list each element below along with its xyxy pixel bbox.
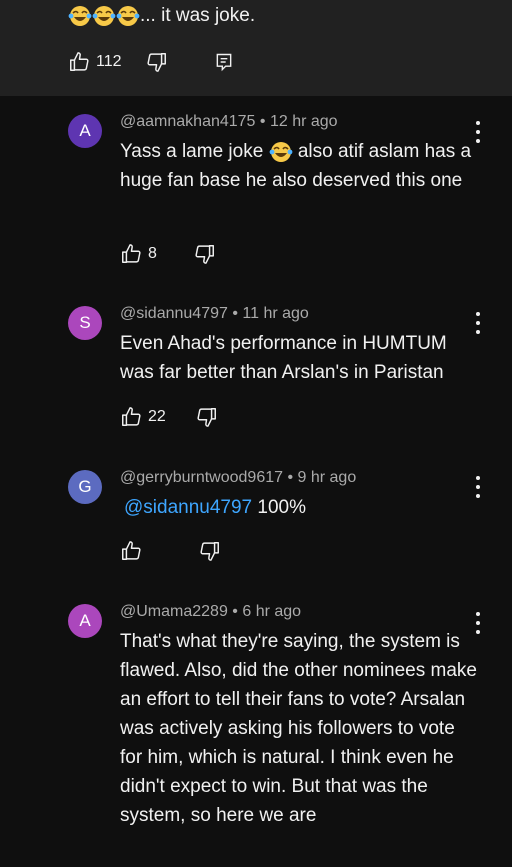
dislike-button[interactable] [146, 51, 168, 73]
comment-text-part: Yass a lame joke [120, 141, 264, 162]
parent-comment-text-body: ... it was joke. [140, 5, 256, 26]
comment-text: @sidannu4797 100% [120, 493, 480, 522]
comment-meta: @Umama2289 • 6 hr ago [120, 602, 480, 622]
thumbs-down-icon [196, 406, 218, 428]
like-button[interactable]: 112 [68, 51, 122, 73]
avatar[interactable]: G [68, 470, 102, 504]
comment-actions: 22 [120, 405, 218, 429]
comment-time: 6 hr ago [242, 603, 302, 620]
thumbs-down-icon [146, 51, 168, 73]
comment-time: 9 hr ago [297, 469, 357, 486]
meta-separator: • [255, 113, 270, 130]
comment-text-part: 100% [257, 497, 307, 518]
joy-emoji-icon [92, 5, 116, 27]
parent-comment: ... it was joke. 112 [0, 0, 512, 96]
comment-meta: @gerryburntwood9617 • 9 hr ago [120, 468, 480, 488]
joy-emoji-icon [116, 5, 140, 27]
comment-text: That's what they're saying, the system i… [120, 631, 477, 826]
dislike-button[interactable] [196, 406, 218, 428]
more-options-icon[interactable] [470, 312, 486, 334]
dislike-button[interactable] [199, 540, 221, 562]
avatar[interactable]: A [68, 114, 102, 148]
thumbs-down-icon [199, 540, 221, 562]
like-count: 112 [96, 53, 122, 70]
joy-emoji-icon [269, 141, 293, 163]
comment-text: Even Ahad's performance in HUMTUM was fa… [120, 333, 447, 383]
meta-separator: • [227, 603, 243, 620]
parent-comment-text: ... it was joke. [68, 4, 255, 28]
comment-author[interactable]: @sidannu4797 [120, 305, 228, 322]
meta-separator: • [283, 469, 298, 486]
comment-actions [120, 539, 221, 563]
comment-body: @gerryburntwood9617 • 9 hr ago @sidannu4… [120, 468, 480, 522]
comment-author[interactable]: @Umama2289 [120, 603, 228, 620]
like-count: 22 [148, 408, 166, 425]
comment-meta: @aamnakhan4175 • 12 hr ago [120, 112, 480, 132]
comment-time: 11 hr ago [242, 305, 309, 322]
comment-body: @aamnakhan4175 • 12 hr ago Yass a lame j… [120, 112, 480, 195]
parent-comment-actions: 112 [68, 50, 234, 74]
more-options-icon[interactable] [470, 612, 486, 634]
comment-body: @Umama2289 • 6 hr ago That's what they'r… [120, 602, 480, 830]
comment-meta: @sidannu4797 • 11 hr ago [120, 304, 480, 324]
avatar[interactable]: A [68, 604, 102, 638]
meta-separator: • [227, 305, 243, 322]
like-count: 8 [148, 245, 157, 262]
more-options-icon[interactable] [470, 476, 486, 498]
more-options-icon[interactable] [470, 121, 486, 143]
thumbs-up-icon [120, 406, 142, 428]
comment-time: 12 hr ago [269, 113, 338, 130]
thumbs-up-icon [120, 540, 142, 562]
avatar[interactable]: S [68, 306, 102, 340]
thumbs-up-icon [120, 243, 142, 265]
thumbs-up-icon [68, 51, 90, 73]
like-button[interactable] [120, 540, 142, 562]
mention-link[interactable]: @sidannu4797 [124, 497, 252, 518]
like-button[interactable]: 8 [120, 243, 157, 265]
reply-icon [214, 52, 234, 72]
reply-button[interactable] [214, 52, 234, 72]
thumbs-down-icon [194, 243, 216, 265]
comment-author[interactable]: @gerryburntwood9617 [120, 469, 283, 486]
comment-author[interactable]: @aamnakhan4175 [120, 113, 255, 130]
joy-emoji-icon [68, 5, 92, 27]
comment-text: Yass a lame joke also atif aslam has a h… [120, 137, 480, 195]
comment-actions: 8 [120, 242, 216, 266]
comment-body: @sidannu4797 • 11 hr ago Even Ahad's per… [120, 304, 480, 387]
dislike-button[interactable] [194, 243, 216, 265]
like-button[interactable]: 22 [120, 406, 166, 428]
